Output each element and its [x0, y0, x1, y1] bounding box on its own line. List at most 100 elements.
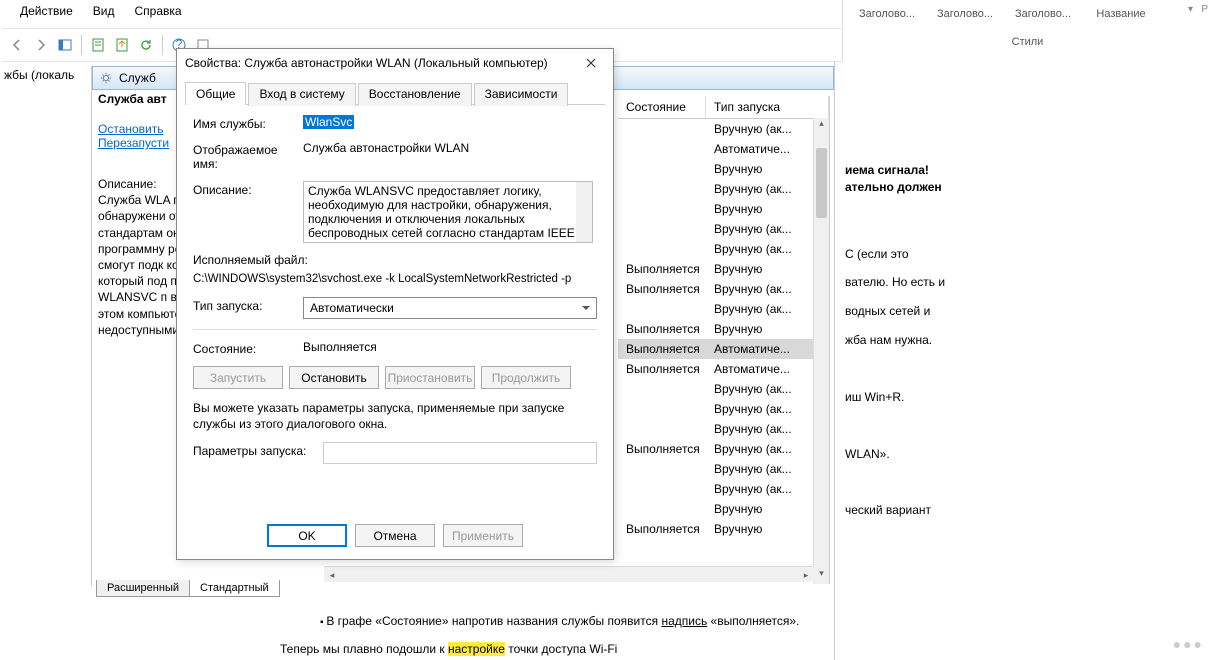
doc-line: иш Win+R.: [845, 390, 904, 404]
tree-panel: жбы (локаль: [0, 66, 92, 586]
cell-startup: Вручную: [706, 162, 829, 176]
desc-scrollbar[interactable]: [576, 182, 592, 242]
back-icon[interactable]: [6, 34, 28, 56]
service-row[interactable]: Вручную (ак...: [618, 119, 829, 139]
styles-dropdown-icon[interactable]: ▾ Р: [1188, 4, 1208, 15]
properties-icon[interactable]: [87, 34, 109, 56]
close-button[interactable]: [577, 53, 605, 73]
tab-logon[interactable]: Вход в систему: [248, 83, 355, 106]
tree-item-services[interactable]: жбы (локаль: [4, 68, 87, 82]
scroll-down-icon[interactable]: ▾: [814, 568, 829, 584]
style-heading3[interactable]: Заголово...: [1007, 4, 1079, 20]
service-row[interactable]: ВыполняетсяВручную (ак...: [618, 279, 829, 299]
cell-startup: Вручную: [706, 322, 829, 336]
service-row[interactable]: ВыполняетсяАвтоматиче...: [618, 359, 829, 379]
cell-startup: Вручную (ак...: [706, 382, 829, 396]
service-row[interactable]: ВыполняетсяАвтоматиче...: [618, 339, 829, 359]
forward-icon[interactable]: [30, 34, 52, 56]
vertical-scrollbar[interactable]: ▴ ▾: [813, 118, 829, 584]
ok-button[interactable]: OK: [267, 524, 347, 547]
tab-extended[interactable]: Расширенный: [96, 580, 190, 597]
dialog-titlebar: Свойства: Служба автонастройки WLAN (Лок…: [177, 49, 613, 77]
service-row[interactable]: Вручную (ак...: [618, 459, 829, 479]
view-tabs: Расширенный Стандартный: [96, 580, 279, 597]
service-row[interactable]: Вручную: [618, 499, 829, 519]
cell-startup: Вручную (ак...: [706, 402, 829, 416]
scroll-right-icon[interactable]: ▸: [798, 567, 814, 583]
services-list: Состояние Тип запуска Вручную (ак... Авто…: [618, 96, 830, 584]
service-name-value[interactable]: WlanSvc: [303, 115, 354, 129]
tab-dependencies[interactable]: Зависимости: [474, 83, 569, 106]
watermark: ●●●: [1173, 636, 1204, 652]
pause-button: Приостановить: [385, 366, 475, 389]
service-row[interactable]: Вручную (ак...: [618, 379, 829, 399]
doc-line: вателю. Но есть и: [845, 275, 945, 289]
scroll-left-icon[interactable]: ◂: [324, 567, 340, 583]
scroll-up-icon[interactable]: ▴: [814, 118, 829, 134]
doc-line: иема сигнала!: [845, 163, 929, 177]
cell-startup: Вручную (ак...: [706, 182, 829, 196]
doc-line: водных сетей и: [845, 304, 930, 318]
state-value: Выполняется: [303, 340, 597, 354]
description-textbox[interactable]: Служба WLANSVC предоставляет логику, нео…: [303, 181, 593, 243]
service-row[interactable]: Автоматиче...: [618, 139, 829, 159]
params-input[interactable]: [323, 442, 597, 464]
service-row[interactable]: Вручную (ак...: [618, 419, 829, 439]
doc-line: WLAN».: [845, 447, 890, 461]
service-row[interactable]: Вручную (ак...: [618, 399, 829, 419]
cell-startup: Автоматиче...: [706, 142, 829, 156]
cell-startup: Вручную (ак...: [706, 222, 829, 236]
style-name[interactable]: Название: [1085, 4, 1157, 20]
service-row[interactable]: ВыполняетсяВручную: [618, 519, 829, 539]
styles-label: Стили: [843, 36, 1212, 48]
cell-startup: Вручную: [706, 202, 829, 216]
cell-startup: Вручную: [706, 502, 829, 516]
cell-status: Выполняется: [618, 522, 706, 536]
service-row[interactable]: ВыполняетсяВручную: [618, 259, 829, 279]
service-row[interactable]: Вручную: [618, 199, 829, 219]
menu-view[interactable]: Вид: [83, 1, 125, 21]
col-header-status[interactable]: Состояние: [618, 96, 706, 118]
horizontal-scrollbar[interactable]: ◂ ▸: [324, 566, 814, 582]
refresh-icon[interactable]: [135, 34, 157, 56]
cell-startup: Автоматиче...: [706, 362, 829, 376]
cancel-button[interactable]: Отмена: [355, 524, 435, 547]
stop-button[interactable]: Остановить: [289, 366, 379, 389]
menu-help[interactable]: Справка: [124, 1, 191, 21]
cell-startup: Вручную (ак...: [706, 282, 829, 296]
cell-status: Выполняется: [618, 362, 706, 376]
service-row[interactable]: Вручную (ак...: [618, 219, 829, 239]
col-header-startup[interactable]: Тип запуска: [706, 96, 829, 118]
tab-recovery[interactable]: Восстановление: [358, 83, 472, 106]
service-row[interactable]: ВыполняетсяВручную: [618, 319, 829, 339]
export-icon[interactable]: [111, 34, 133, 56]
tab-standard[interactable]: Стандартный: [189, 580, 280, 597]
service-row[interactable]: Вручную (ак...: [618, 479, 829, 499]
apply-button: Применить: [443, 524, 523, 547]
resume-button: Продолжить: [481, 366, 571, 389]
style-heading2[interactable]: Заголово...: [929, 4, 1001, 20]
display-name-label: Отображаемое имя:: [193, 141, 303, 171]
doc-line: ательно должен: [845, 180, 942, 194]
menu-action[interactable]: Действие: [10, 1, 83, 21]
cell-startup: Вручную (ак...: [706, 442, 829, 456]
service-row[interactable]: Вручную (ак...: [618, 179, 829, 199]
services-header-label: Служб: [119, 71, 156, 85]
service-row[interactable]: ВыполняетсяВручную (ак...: [618, 439, 829, 459]
cell-status: Выполняется: [618, 262, 706, 276]
cell-startup: Вручную (ак...: [706, 422, 829, 436]
service-row[interactable]: Вручную (ак...: [618, 299, 829, 319]
show-hide-icon[interactable]: [54, 34, 76, 56]
service-row[interactable]: Вручную: [618, 159, 829, 179]
scroll-thumb[interactable]: [816, 148, 827, 218]
startup-type-select[interactable]: Автоматически: [303, 297, 597, 319]
dialog-title: Свойства: Служба автонастройки WLAN (Лок…: [185, 56, 548, 70]
cell-status: Выполняется: [618, 322, 706, 336]
cell-startup: Вручную: [706, 522, 829, 536]
style-heading1[interactable]: Заголово...: [851, 4, 923, 20]
tab-general[interactable]: Общие: [185, 82, 246, 105]
service-row[interactable]: Вручную (ак...: [618, 239, 829, 259]
startup-type-label: Тип запуска:: [193, 297, 303, 313]
properties-dialog: Свойства: Служба автонастройки WLAN (Лок…: [176, 48, 614, 560]
start-button: Запустить: [193, 366, 283, 389]
